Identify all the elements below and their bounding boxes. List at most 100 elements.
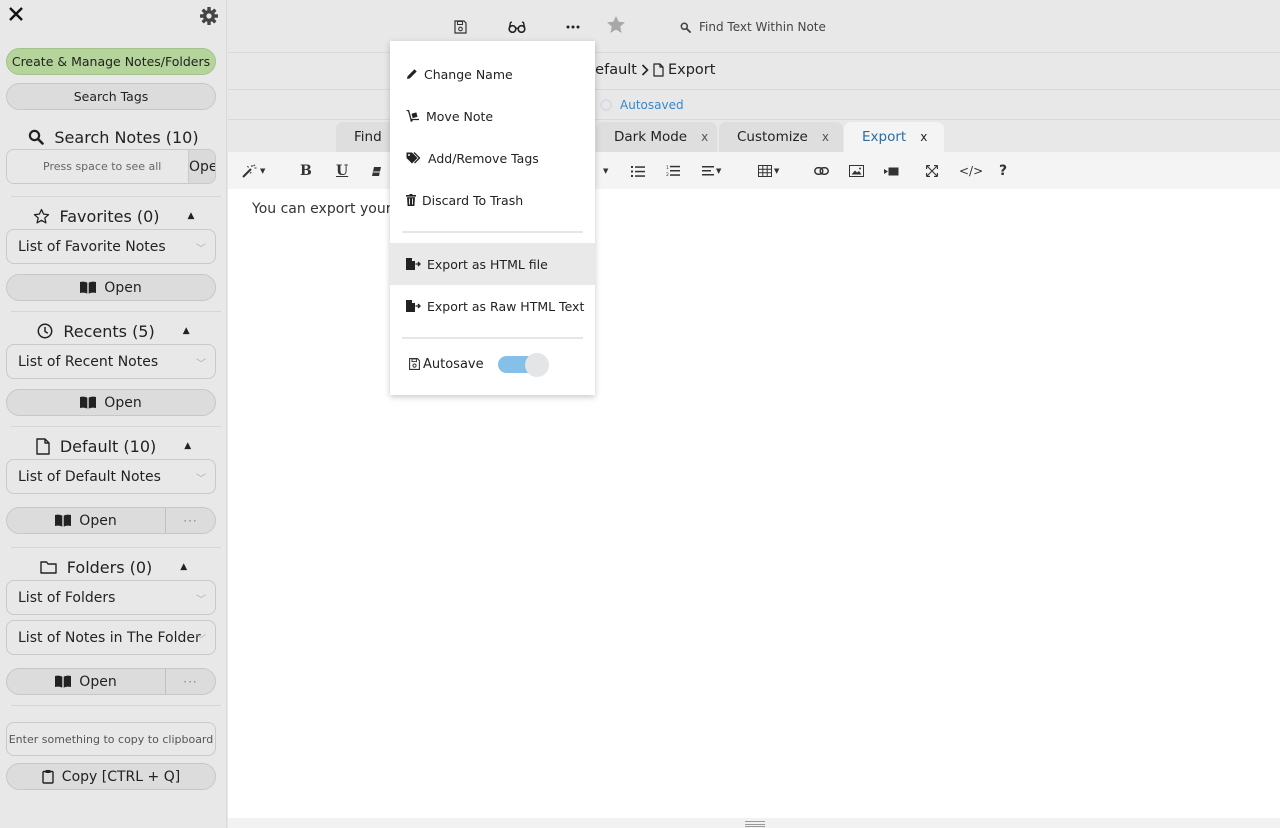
save-button[interactable] bbox=[450, 17, 470, 37]
folder-notes-select[interactable]: List of Notes in The Folder ﹀ bbox=[6, 620, 216, 655]
menu-item-discard-to-trash[interactable]: Discard To Trash bbox=[390, 179, 595, 221]
search-notes-row: Open bbox=[6, 149, 216, 184]
settings-button[interactable] bbox=[199, 6, 219, 26]
eraser-icon bbox=[372, 166, 381, 176]
default-open-button[interactable]: Open bbox=[7, 508, 166, 533]
search-notes-header: Search Notes (10) bbox=[0, 125, 227, 149]
copy-label: Copy [CTRL + Q] bbox=[61, 768, 181, 785]
find-in-note[interactable]: Find Text Within Note bbox=[680, 16, 826, 38]
menu-item-export-html-file[interactable]: Export as HTML file bbox=[390, 243, 595, 285]
menu-item-add-remove-tags[interactable]: Add/Remove Tags bbox=[390, 137, 595, 179]
open-label: Open bbox=[104, 394, 142, 411]
folders-select[interactable]: List of Folders ﹀ bbox=[6, 580, 216, 615]
divider bbox=[11, 196, 221, 197]
image-icon bbox=[849, 165, 864, 177]
caret-down-icon: ▼ bbox=[716, 167, 722, 175]
recents-select-value: List of Recent Notes bbox=[18, 353, 159, 370]
book-open-icon bbox=[55, 675, 72, 688]
editor-toolbar: ▼ B U ▼ 12 ▼ ▼ </> ? bbox=[228, 152, 1280, 189]
trash-icon bbox=[406, 194, 416, 206]
more-icon: ··· bbox=[183, 674, 198, 689]
close-tab-icon[interactable]: x bbox=[701, 130, 708, 144]
autosave-row: Autosave bbox=[390, 349, 595, 379]
underline-icon: U bbox=[336, 163, 349, 179]
tab-export[interactable]: Export x bbox=[844, 122, 944, 152]
collapse-recents-caret[interactable]: ▲ bbox=[183, 326, 190, 336]
code-view-button[interactable]: </> bbox=[959, 161, 983, 181]
collapse-default-caret[interactable]: ▲ bbox=[184, 441, 191, 451]
divider bbox=[11, 426, 221, 427]
more-icon: ··· bbox=[183, 513, 198, 528]
divider bbox=[11, 547, 221, 548]
default-title: Default (10) bbox=[59, 436, 157, 456]
link-button[interactable] bbox=[814, 161, 829, 181]
note-tabs: Find Dark Mode x Customize x Export x bbox=[228, 120, 1280, 152]
read-mode-button[interactable] bbox=[507, 17, 527, 37]
favorites-select[interactable]: List of Favorite Notes ﹀ bbox=[6, 229, 216, 264]
menu-item-label: Change Name bbox=[424, 66, 513, 82]
search-notes-input[interactable] bbox=[7, 150, 188, 183]
floppy-disk-icon bbox=[453, 20, 467, 34]
unordered-list-button[interactable] bbox=[631, 161, 645, 181]
default-more-button[interactable]: ··· bbox=[166, 508, 215, 533]
ellipsis-icon bbox=[566, 25, 580, 29]
recents-open-button[interactable]: Open bbox=[6, 389, 216, 416]
favorite-toggle-button[interactable] bbox=[606, 15, 626, 35]
video-button[interactable] bbox=[884, 161, 899, 181]
search-tags-label: Search Tags bbox=[73, 89, 149, 104]
note-editor[interactable]: You can export your note bbox=[228, 189, 1280, 818]
folders-more-button[interactable]: ··· bbox=[166, 669, 215, 694]
star-icon bbox=[607, 16, 625, 33]
caret-down-icon: ▼ bbox=[603, 167, 609, 175]
tab-label: Customize bbox=[737, 129, 808, 145]
file-icon bbox=[36, 437, 50, 455]
menu-item-move-note[interactable]: Move Note bbox=[390, 95, 595, 137]
menu-item-change-name[interactable]: Change Name bbox=[390, 53, 595, 95]
help-button[interactable]: ? bbox=[999, 161, 1007, 181]
create-manage-notes-button[interactable]: Create & Manage Notes/Folders bbox=[6, 48, 216, 75]
table-button[interactable]: ▼ bbox=[758, 161, 779, 181]
clipboard-icon bbox=[42, 770, 54, 784]
close-tab-icon[interactable]: x bbox=[822, 130, 829, 144]
tab-customize[interactable]: Customize x bbox=[719, 122, 843, 152]
autosave-toggle[interactable] bbox=[497, 353, 550, 377]
default-select-value: List of Default Notes bbox=[18, 468, 161, 485]
help-icon: ? bbox=[999, 163, 1008, 179]
folders-open-button[interactable]: Open bbox=[7, 669, 166, 694]
collapse-favorites-caret[interactable]: ▲ bbox=[188, 211, 195, 221]
menu-item-label: Add/Remove Tags bbox=[428, 150, 539, 166]
resize-handle[interactable] bbox=[745, 821, 765, 827]
bold-button[interactable]: B bbox=[300, 161, 312, 181]
underline-button[interactable]: U bbox=[336, 161, 348, 181]
more-options-button[interactable] bbox=[563, 17, 583, 37]
search-tags-button[interactable]: Search Tags bbox=[6, 83, 216, 110]
font-size-dropdown-caret[interactable]: ▼ bbox=[601, 161, 608, 181]
editor-resize-bar bbox=[228, 818, 1280, 828]
close-sidebar-button[interactable] bbox=[6, 5, 26, 25]
close-tab-icon[interactable]: x bbox=[920, 130, 927, 144]
fullscreen-button[interactable] bbox=[926, 161, 938, 181]
tab-label: Find bbox=[354, 129, 382, 145]
paragraph-align-button[interactable]: ▼ bbox=[702, 161, 721, 181]
folders-title: Folders (0) bbox=[66, 557, 153, 577]
image-button[interactable] bbox=[849, 161, 864, 181]
menu-item-export-raw-html[interactable]: Export as Raw HTML Text bbox=[390, 285, 595, 327]
ordered-list-button[interactable]: 12 bbox=[666, 161, 680, 181]
default-select[interactable]: List of Default Notes ﹀ bbox=[6, 459, 216, 494]
tab-dark-mode[interactable]: Dark Mode x bbox=[596, 122, 717, 152]
search-notes-open-button[interactable]: Open bbox=[188, 150, 215, 183]
book-open-icon bbox=[80, 396, 97, 409]
favorites-open-button[interactable]: Open bbox=[6, 274, 216, 301]
menu-item-label: Export as Raw HTML Text bbox=[427, 298, 585, 314]
collapse-folders-caret[interactable]: ▲ bbox=[180, 562, 187, 572]
clear-format-button[interactable] bbox=[371, 161, 382, 181]
breadcrumb-bar: Default Export bbox=[228, 53, 1280, 90]
link-icon bbox=[814, 167, 829, 175]
recents-select[interactable]: List of Recent Notes ﹀ bbox=[6, 344, 216, 379]
style-dropdown-button[interactable]: ▼ bbox=[242, 161, 265, 181]
clipboard-input[interactable] bbox=[6, 722, 216, 756]
code-icon: </> bbox=[959, 164, 984, 178]
open-label: Open bbox=[79, 673, 117, 690]
search-notes-title: Search Notes (10) bbox=[54, 127, 199, 147]
copy-clipboard-button[interactable]: Copy [CTRL + Q] bbox=[6, 763, 216, 790]
